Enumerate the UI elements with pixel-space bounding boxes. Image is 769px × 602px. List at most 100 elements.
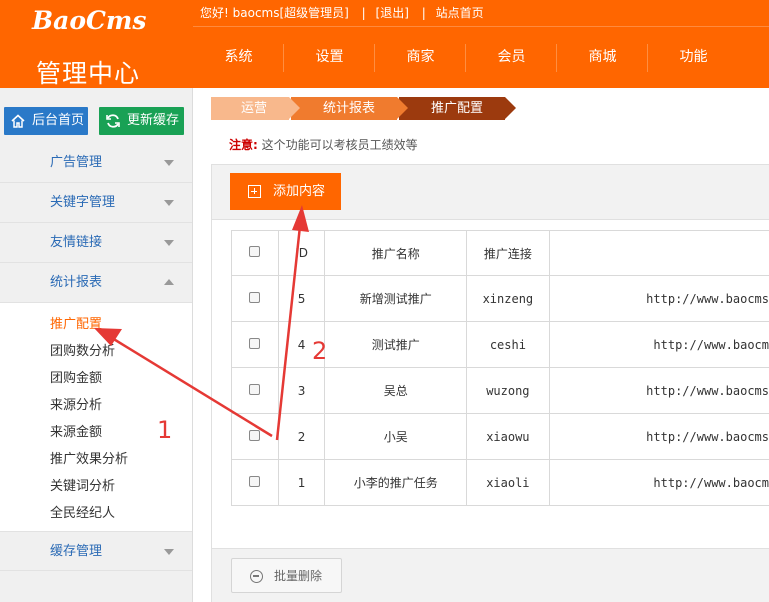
cell-name: 吴总 [324,367,467,414]
annotation-number-1: 1 [157,416,173,444]
cell-url[interactable]: http://www.baocm [548,459,769,506]
minus-icon [250,570,263,583]
breadcrumb-item-stats[interactable]: 统计报表 [291,97,409,120]
cell-url[interactable]: http://www.baocms [548,413,769,460]
menu-group-cache[interactable]: 缓存管理 [0,531,192,571]
menu-group-ads[interactable]: 广告管理 [0,143,192,183]
cell-url[interactable]: http://www.baocm [548,321,769,368]
nav-item-merchants[interactable]: 商家 [375,27,466,88]
cell-id: 1 [277,459,326,506]
cell-name: 测试推广 [324,321,467,368]
home-button-label: 后台首页 [32,113,85,128]
cell-link: wuzong [466,367,550,414]
cell-link: xiaoli [466,459,550,506]
caret-down-icon [164,200,174,206]
cell-name: 小李的推广任务 [324,459,467,506]
cell-id: 2 [277,413,326,460]
cell-name: 新增测试推广 [324,275,467,322]
nav-item-members[interactable]: 会员 [466,27,557,88]
submenu-item-groupbuy-amount[interactable]: 团购金额 [0,365,192,392]
header-select-all[interactable] [231,230,279,276]
refresh-icon [106,114,120,128]
cell-id: 3 [277,367,326,414]
topbar-separator: | [361,6,366,20]
annotation-number-2: 2 [312,337,328,365]
row-select[interactable] [231,275,279,322]
plus-icon [248,185,261,198]
header-name: 推广名称 [324,230,467,276]
bulk-delete-label: 批量删除 [274,569,323,583]
refresh-cache-label: 更新缓存 [127,113,180,128]
row-checkbox[interactable] [249,475,261,487]
cell-name: 小吴 [324,413,467,460]
caret-down-icon [164,160,174,166]
submenu-item-groupbuy-count[interactable]: 团购数分析 [0,338,192,365]
logo-brand: BaoCms [32,6,147,35]
cell-url[interactable]: http://www.baocms [548,275,769,322]
row-select[interactable] [231,413,279,460]
home-icon [11,114,25,128]
add-content-button[interactable]: 添加内容 [230,173,341,210]
notice-label: 注意: [229,138,258,152]
menu-group-stats[interactable]: 统计报表 [0,263,192,303]
add-content-label: 添加内容 [273,184,326,199]
table-row: 3 吴总 wuzong http://www.baocms [231,367,769,414]
topbar: 您好! baocms[超级管理员] | [退出] | 站点首页 [200,0,487,26]
row-checkbox[interactable] [249,383,261,395]
menu-group-label: 统计报表 [50,275,103,290]
header: BaoCms 管理中心 您好! baocms[超级管理员] | [退出] | 站… [0,0,769,88]
bulk-delete-button[interactable]: 批量删除 [231,558,342,593]
cell-id: 5 [277,275,326,322]
refresh-cache-button[interactable]: 更新缓存 [99,107,184,135]
site-home-link[interactable]: 站点首页 [436,6,484,20]
breadcrumb: 运营 统计报表 推广配置 [211,97,517,120]
select-all-checkbox[interactable] [249,246,261,257]
row-checkbox[interactable] [249,291,261,303]
menu-group-label: 缓存管理 [50,544,103,559]
table-row: 1 小李的推广任务 xiaoli http://www.baocm [231,459,769,506]
side-menu: 广告管理 关键字管理 友情链接 统计报表 推广配置 团购数分析 团购金额 来源分… [0,143,192,571]
submenu-item-keyword-analysis[interactable]: 关键词分析 [0,473,192,500]
main-content: 运营 统计报表 推广配置 注意: 这个功能可以考核员工绩效等 添加内容 ID 推… [194,88,769,602]
top-nav: 系统 设置 商家 会员 商城 功能 [193,27,739,88]
nav-item-functions[interactable]: 功能 [648,27,739,88]
logo[interactable]: BaoCms 管理中心 [0,0,193,88]
row-select[interactable] [231,321,279,368]
caret-up-icon [164,279,174,285]
sidebar: 后台首页 更新缓存 广告管理 关键字管理 友情链接 统计报表 推广配置 团购数分… [0,88,193,602]
header-id: ID [277,230,326,276]
table-container: ID 推广名称 推广连接 5 新增测试推广 xinzeng http://www… [212,219,769,549]
row-checkbox[interactable] [249,429,261,441]
row-select[interactable] [231,367,279,414]
cell-link: ceshi [466,321,550,368]
table-row: 5 新增测试推广 xinzeng http://www.baocms [231,275,769,322]
table-row: 2 小吴 xiaowu http://www.baocms [231,413,769,460]
notice-text: 这个功能可以考核员工绩效等 [261,138,418,152]
nav-item-system[interactable]: 系统 [193,27,284,88]
row-checkbox[interactable] [249,337,261,349]
menu-group-friend-links[interactable]: 友情链接 [0,223,192,263]
logo-title: 管理中心 [36,59,141,88]
notice: 注意: 这个功能可以考核员工绩效等 [229,136,418,153]
home-button[interactable]: 后台首页 [4,107,88,135]
logout-link[interactable]: [退出] [376,6,409,20]
table-header-row: ID 推广名称 推广连接 [231,230,769,276]
cell-link: xiaowu [466,413,550,460]
header-url [548,230,769,276]
breadcrumb-item-ops[interactable]: 运营 [211,97,301,120]
nav-item-mall[interactable]: 商城 [557,27,648,88]
row-select[interactable] [231,459,279,506]
cell-link: xinzeng [466,275,550,322]
nav-item-settings[interactable]: 设置 [284,27,375,88]
menu-group-label: 广告管理 [50,155,103,170]
breadcrumb-item-current: 推广配置 [399,97,517,120]
submenu-item-promotion-effect[interactable]: 推广效果分析 [0,446,192,473]
submenu-item-broker[interactable]: 全民经纪人 [0,500,192,527]
promotion-table: ID 推广名称 推广连接 5 新增测试推广 xinzeng http://www… [231,230,769,506]
submenu-item-source-analysis[interactable]: 来源分析 [0,392,192,419]
menu-group-keywords[interactable]: 关键字管理 [0,183,192,223]
submenu-item-promotion-config[interactable]: 推广配置 [0,311,192,338]
caret-down-icon [164,549,174,555]
menu-group-label: 友情链接 [50,235,103,250]
cell-url[interactable]: http://www.baocms [548,367,769,414]
